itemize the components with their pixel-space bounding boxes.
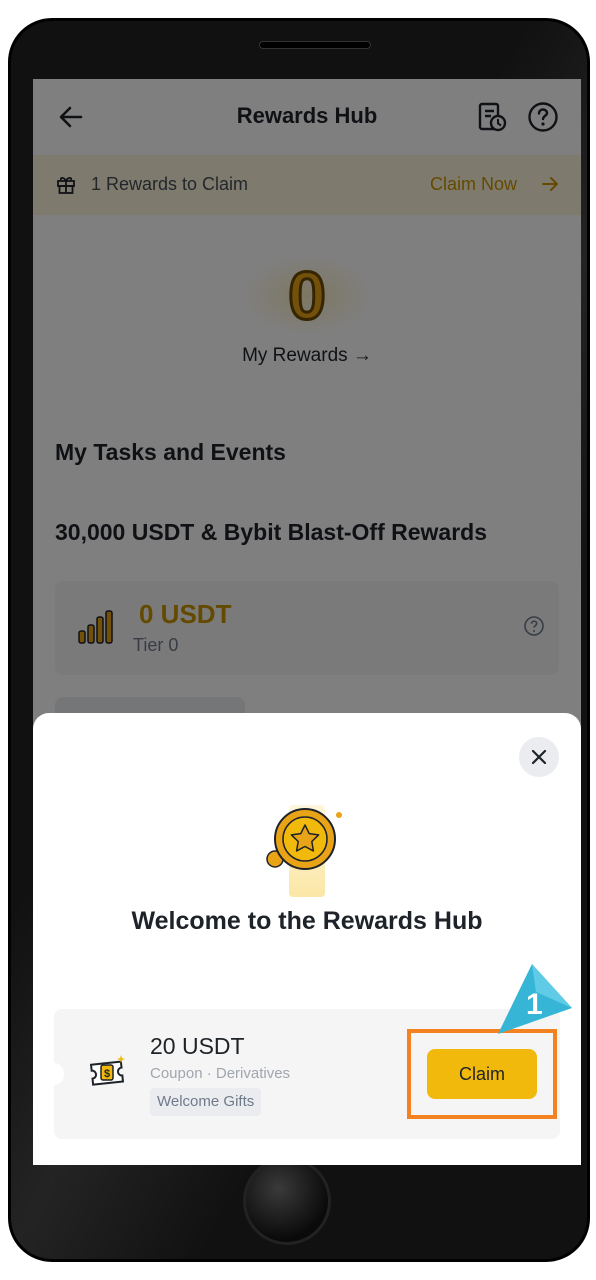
phone-speaker bbox=[259, 41, 371, 49]
star-coin-icon bbox=[266, 808, 342, 870]
phone-frame: Rewards Hub 1 Rewards to Claim Claim Now bbox=[8, 18, 590, 1262]
svg-text:$: $ bbox=[104, 1068, 110, 1080]
coupon-tag: Welcome Gifts bbox=[150, 1088, 262, 1116]
step-arrow-icon: 1 bbox=[498, 964, 572, 1034]
close-icon bbox=[531, 749, 547, 765]
welcome-modal: Welcome to the Rewards Hub $ 20 USDT Cou… bbox=[33, 713, 581, 1165]
coupon-type: Coupon · Derivatives bbox=[150, 1065, 291, 1082]
coupon-notch bbox=[46, 1063, 64, 1085]
coupon-amount: 20 USDT bbox=[150, 1033, 245, 1059]
close-button[interactable] bbox=[519, 737, 559, 777]
modal-title: Welcome to the Rewards Hub bbox=[131, 907, 483, 935]
phone-home-button bbox=[243, 1157, 331, 1245]
coupon-ticket-icon: $ bbox=[89, 1055, 125, 1086]
step-number: 1 bbox=[526, 988, 543, 1021]
claim-button[interactable]: Claim bbox=[427, 1049, 537, 1099]
